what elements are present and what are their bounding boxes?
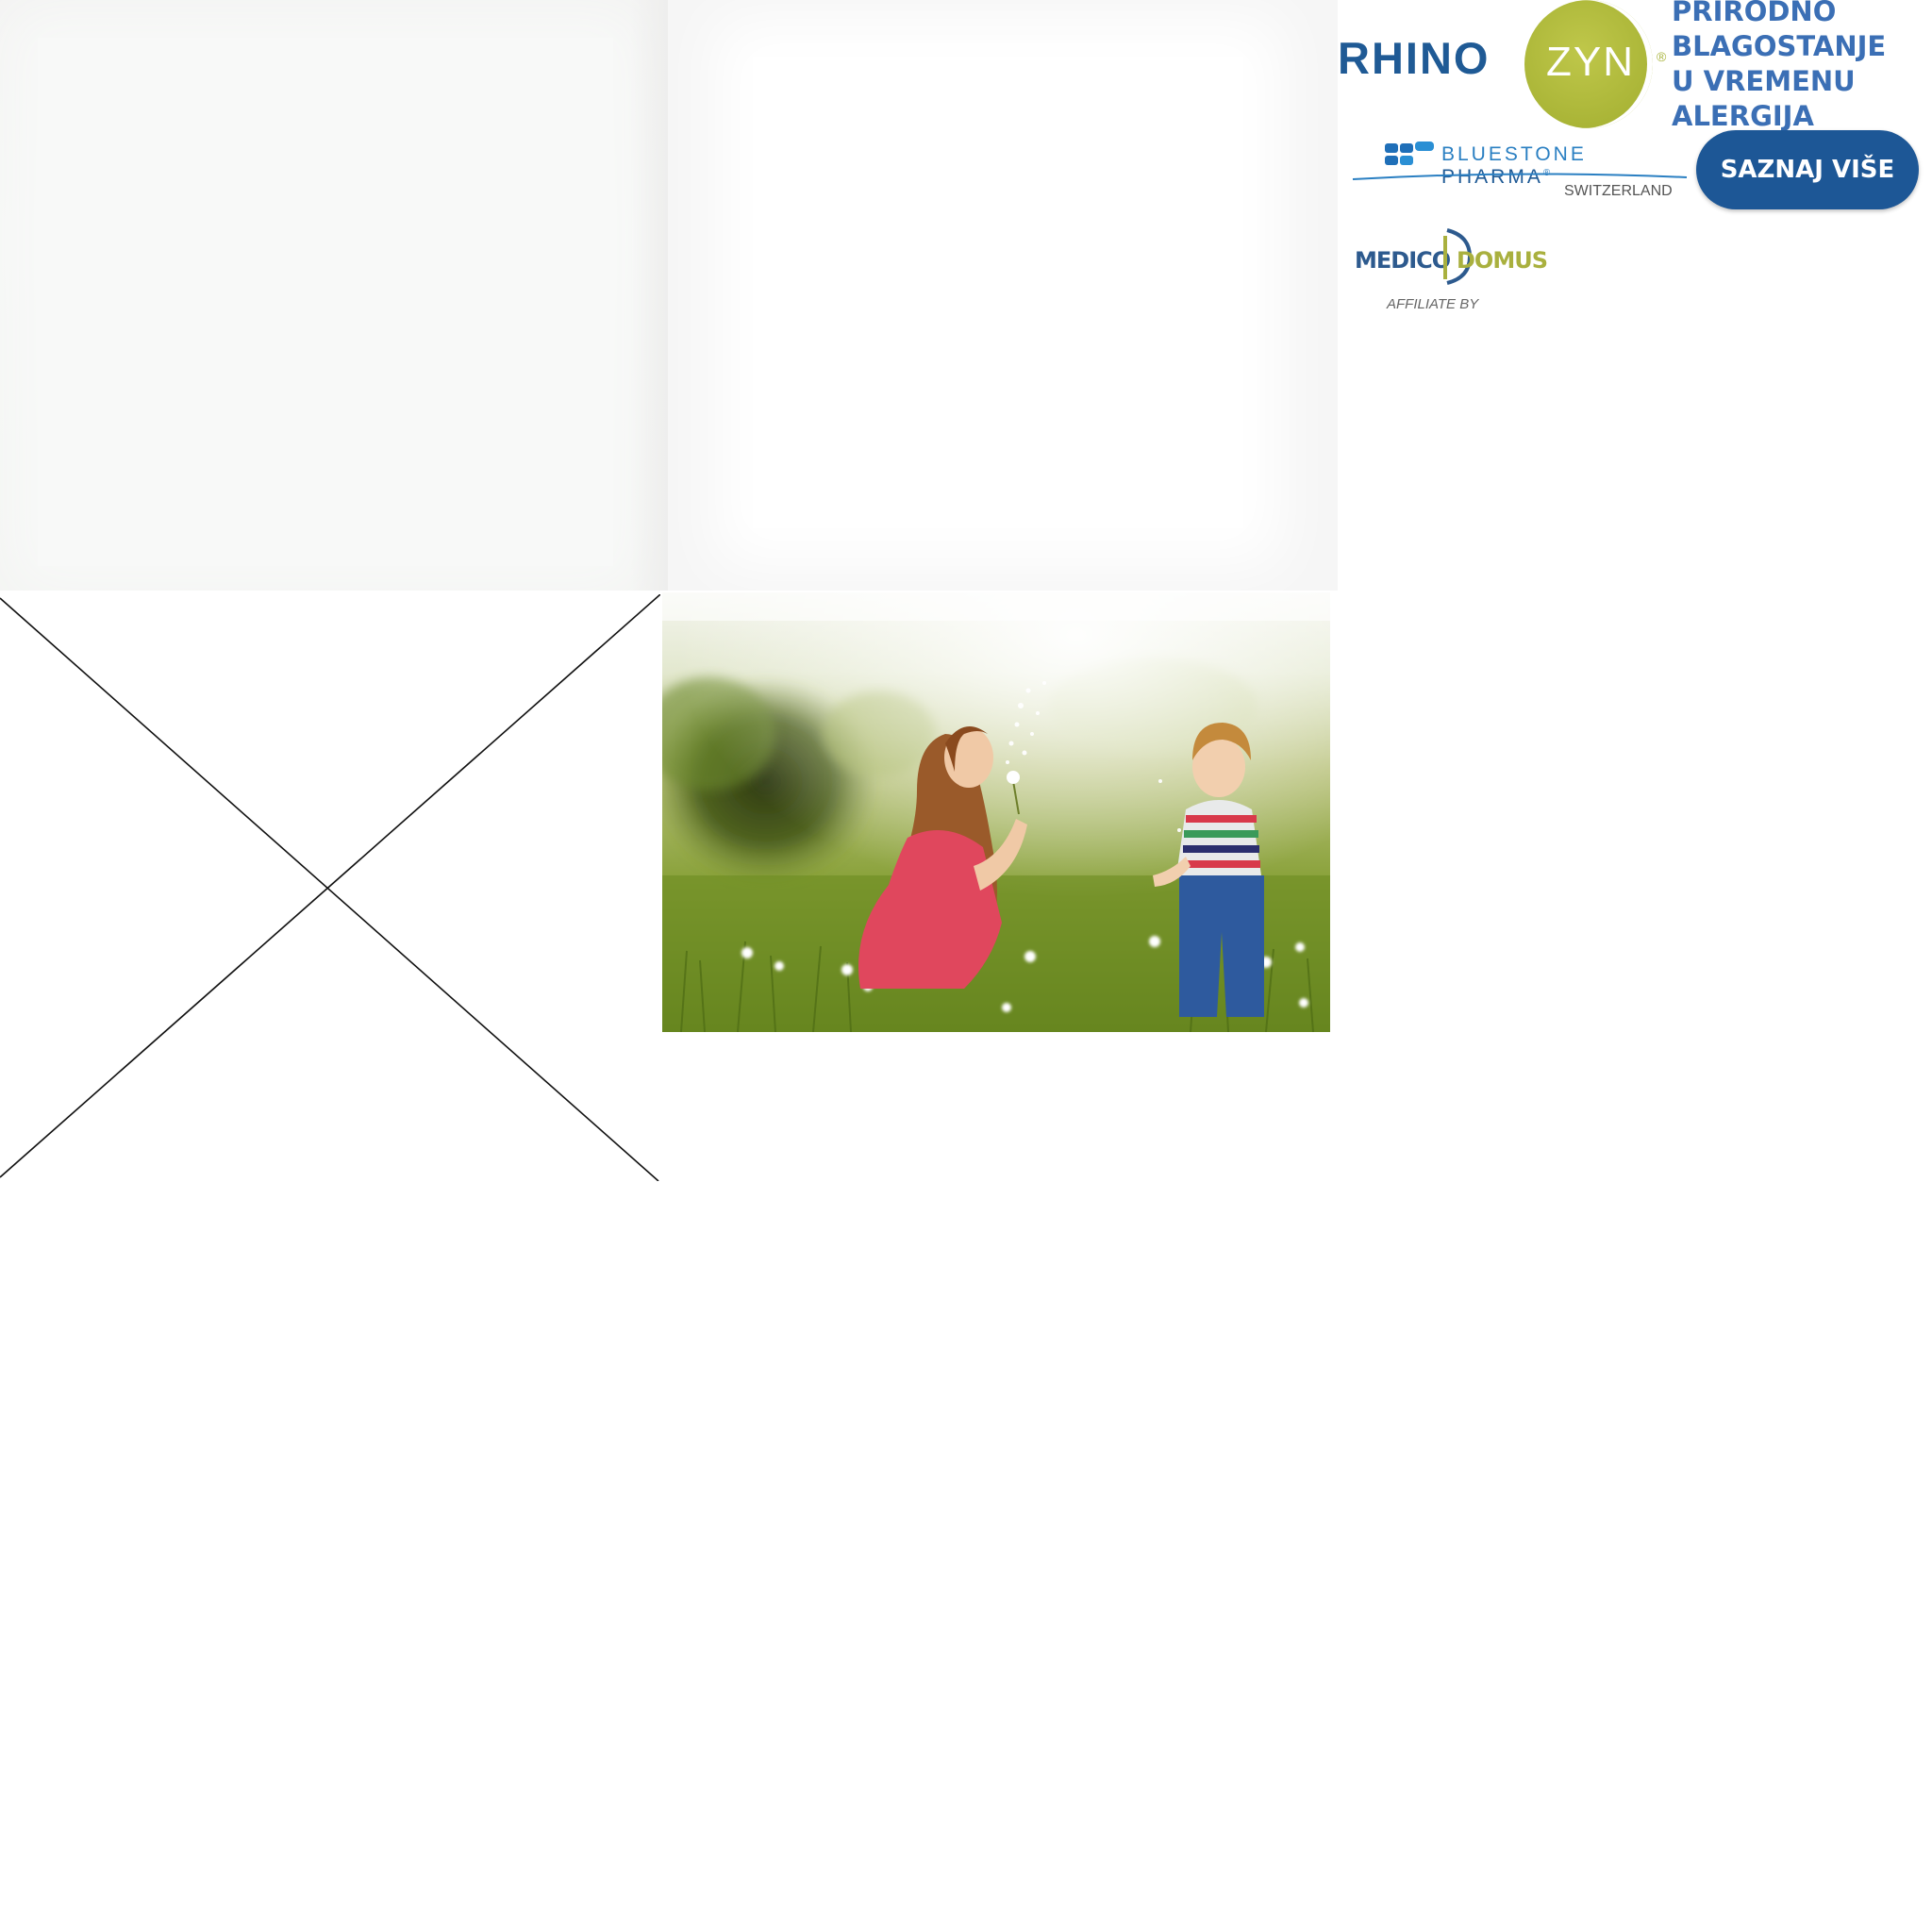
blank-panel-left-inner [38,38,613,566]
tagline-line-2: BLAGOSTANJE [1672,30,1887,62]
blank-panel-left [0,0,668,591]
tagline-line-1: PRIRODNO [1672,0,1837,27]
bluestone-pharma-logo: BLUESTONE PHARMA® SWITZERLAND [1351,138,1690,213]
brand-name-rhino: RHINO [1338,33,1491,83]
affiliate-by-text: AFFILIATE BY [1387,296,1479,312]
tagline-line-4: ALERGIJA [1672,100,1814,132]
bluestone-country: SWITZERLAND [1564,183,1673,199]
brand-name-zyn: ZYN [1546,39,1635,85]
tagline-line-3: U VREMENU [1672,65,1856,97]
blank-panel-middle [668,0,1338,591]
bluestone-swoosh [1352,173,1688,180]
registered-mark: ® [1657,49,1667,64]
brand-block: RHINO ZYN ® PRIRODNO BLAGOSTANJE U VREME… [1338,0,1932,340]
mother-child-dandelion-photo [662,592,1330,1032]
domus-text: DOMUS [1457,247,1548,274]
medico-domus-logo: MEDICO DOMUS AFFILIATE BY [1347,221,1548,325]
blank-panel-middle-inner [753,57,1243,528]
saznaj-vise-button[interactable]: SAZNAJ VIŠE [1696,130,1919,209]
broken-image-x-icon [0,594,660,1181]
blank-panel-left-edge [630,0,668,591]
ad-canvas: RHINO ZYN ® PRIRODNO BLAGOSTANJE U VREME… [0,0,1932,1932]
brand-tagline: PRIRODNO BLAGOSTANJE U VREMENU ALERGIJA [1672,0,1926,134]
